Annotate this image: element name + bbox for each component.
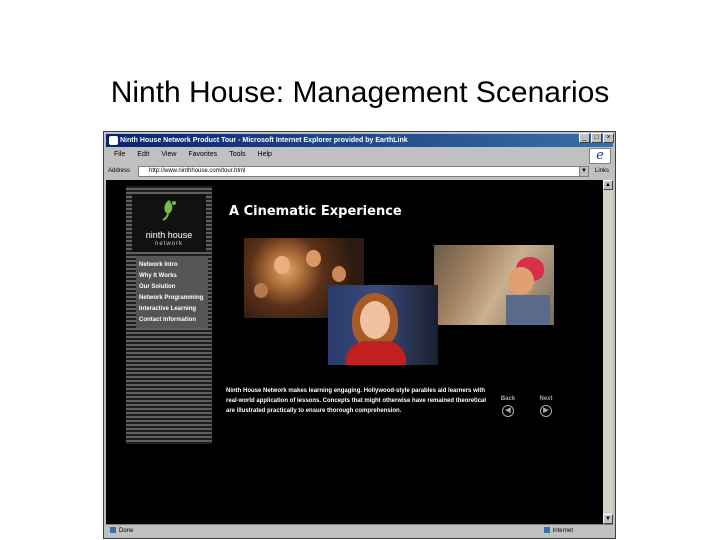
- address-label: Address: [108, 168, 131, 174]
- menu-favorites[interactable]: Favorites: [188, 148, 217, 162]
- status-right: Internet: [543, 525, 573, 537]
- crowd-face: [274, 256, 290, 274]
- close-button[interactable]: ×: [603, 133, 614, 143]
- status-text: Done: [119, 528, 134, 534]
- maximize-button[interactable]: □: [591, 133, 602, 143]
- logo-subtitle: network: [154, 241, 183, 247]
- menu-edit[interactable]: Edit: [137, 148, 149, 162]
- nav-network-programming[interactable]: Network Programming: [139, 293, 208, 304]
- address-dropdown-icon[interactable]: ▼: [579, 166, 589, 177]
- status-bar: Done Internet: [106, 524, 613, 536]
- leaf-logo-icon: [162, 200, 176, 221]
- slide-title: Ninth House: Management Scenarios: [110, 76, 610, 109]
- crowd-face: [332, 266, 346, 282]
- window-title: Ninth House Network Product Tour - Micro…: [120, 137, 408, 144]
- status-left: Done: [110, 525, 133, 537]
- climber-body: [506, 295, 550, 325]
- links-label[interactable]: Links: [595, 164, 609, 179]
- page-nav: Back ◀ Next ▶: [496, 396, 558, 417]
- window-controls: _ □ ×: [579, 133, 614, 143]
- scroll-up-icon[interactable]: ▲: [603, 180, 613, 190]
- climber-face: [508, 267, 534, 295]
- next-arrow-icon: ▶: [540, 405, 552, 417]
- woman-shirt: [346, 341, 406, 365]
- page-heading: A Cinematic Experience: [229, 204, 402, 219]
- page-icon: [110, 527, 116, 534]
- browser-window: Ninth House Network Product Tour - Micro…: [103, 131, 616, 539]
- minimize-button[interactable]: _: [579, 133, 590, 143]
- nav-contact-information[interactable]: Contact Information: [139, 315, 208, 326]
- site-logo[interactable]: ninth house network: [132, 194, 206, 252]
- page-viewport: ninth house network Network Intro Why It…: [106, 180, 605, 524]
- next-label: Next: [539, 396, 553, 402]
- crowd-face: [306, 250, 321, 267]
- zone-text: Internet: [552, 528, 573, 534]
- back-button[interactable]: Back ◀: [496, 396, 520, 417]
- address-bar: Address http://www.ninthhouse.com/tour.h…: [106, 164, 613, 179]
- woman-photo: [328, 285, 438, 365]
- globe-icon: [543, 527, 550, 534]
- menu-file[interactable]: File: [114, 148, 125, 162]
- woman-face: [360, 301, 390, 339]
- vertical-scrollbar[interactable]: ▲ ▼: [603, 180, 613, 524]
- ie-icon: [109, 136, 118, 145]
- back-arrow-icon: ◀: [502, 405, 514, 417]
- back-label: Back: [500, 396, 516, 402]
- nav-why-it-works[interactable]: Why It Works: [139, 271, 208, 282]
- scroll-down-icon[interactable]: ▼: [603, 514, 613, 524]
- crowd-face: [254, 283, 268, 298]
- nav-network-intro[interactable]: Network Intro: [139, 260, 208, 271]
- menu-bar: File Edit View Favorites Tools Help: [106, 148, 613, 162]
- next-button[interactable]: Next ▶: [534, 396, 558, 417]
- nav-our-solution[interactable]: Our Solution: [139, 282, 208, 293]
- menu-view[interactable]: View: [161, 148, 176, 162]
- ie-logo-icon: e: [589, 148, 611, 164]
- logo-name: ninth house: [145, 230, 193, 240]
- menu-tools[interactable]: Tools: [229, 148, 245, 162]
- site-nav: Network Intro Why It Works Our Solution …: [136, 256, 208, 328]
- window-titlebar[interactable]: Ninth House Network Product Tour - Micro…: [106, 134, 613, 147]
- menu-help[interactable]: Help: [258, 148, 272, 162]
- address-input[interactable]: http://www.ninthhouse.com/tour.html: [138, 166, 580, 177]
- description-text: Ninth House Network makes learning engag…: [226, 388, 487, 414]
- nav-interactive-learning[interactable]: Interactive Learning: [139, 304, 208, 315]
- climber-photo: [434, 245, 554, 325]
